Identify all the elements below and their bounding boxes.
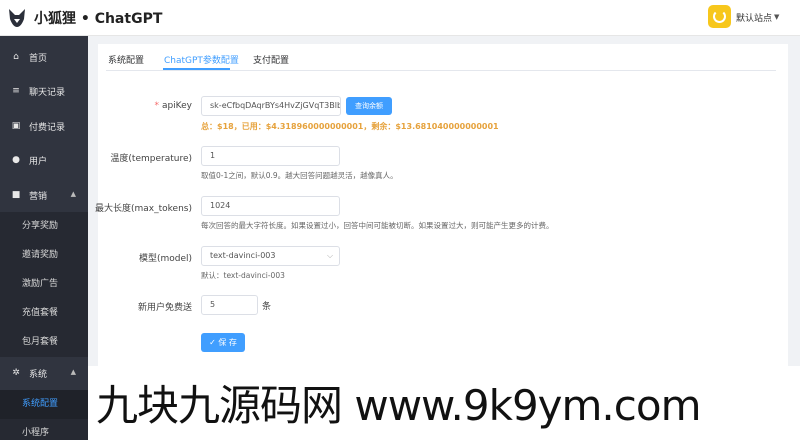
- sidebar-subitem-reward-ads[interactable]: 激励广告: [0, 270, 88, 299]
- sidebar-item-label: 系统: [29, 369, 48, 380]
- sidebar-item-label: 付费记录: [29, 122, 66, 133]
- fox-logo-icon: [9, 9, 25, 27]
- chevron-down-icon[interactable]: ⌵: [327, 251, 333, 261]
- model-select[interactable]: text-davinci-003: [201, 246, 340, 266]
- temperature-hint: 取值0-1之间，默认0.9。越大回答问题越灵活，越像真人。: [201, 171, 398, 180]
- sidebar-item-payment-records[interactable]: ▣ 付费记录: [0, 109, 88, 143]
- watermark-text: 九块九源码网 www.9k9ym.com: [96, 381, 701, 430]
- gear-icon: ✲: [12, 368, 20, 378]
- check-balance-button[interactable]: 查询余额: [346, 97, 392, 115]
- chevron-up-icon: ▲: [70, 368, 76, 376]
- sidebar-subitem-system-config[interactable]: 系统配置: [0, 390, 88, 419]
- max-tokens-input[interactable]: 1024: [201, 196, 340, 216]
- chevron-up-icon: ▲: [70, 190, 76, 198]
- sidebar-item-label: 营销: [29, 191, 48, 202]
- sidebar-item-label: 首页: [29, 53, 48, 64]
- list-icon: ≡: [12, 86, 20, 96]
- bag-icon: ▣: [11, 121, 21, 131]
- tab-payment-config[interactable]: 支付配置: [253, 53, 289, 66]
- sidebar-item-system[interactable]: ✲ 系统 ▲: [0, 356, 88, 390]
- sidebar-subitem-invite-reward[interactable]: 邀请奖励: [0, 241, 88, 270]
- sidebar-item-chat-records[interactable]: ≡ 聊天记录: [0, 74, 88, 108]
- sidebar: ⌂ 首页 ≡ 聊天记录 ▣ 付费记录 ● 用户 ■ 营销 ▲ 分享奖励 邀请奖励…: [0, 36, 88, 440]
- apikey-input[interactable]: sk-eCfbqDAqrBYs4HvZjGVqT3Blb4: [201, 96, 341, 116]
- free-count-unit: 条: [262, 302, 272, 312]
- tab-chatgpt-params[interactable]: ChatGPT参数配置: [164, 53, 239, 66]
- balance-text: 总：$18，已用：$4.318960000000001，剩余：$13.68104…: [201, 122, 499, 131]
- gift-icon: ■: [11, 190, 21, 200]
- user-icon: ●: [12, 155, 20, 165]
- tab-bar: 系统配置 ChatGPT参数配置 支付配置: [98, 44, 788, 71]
- temperature-input[interactable]: 1: [201, 146, 340, 166]
- sidebar-subitem-monthly-plans[interactable]: 包月套餐: [0, 328, 88, 357]
- sidebar-item-label: 聊天记录: [29, 87, 66, 98]
- sidebar-subitem-mini-program[interactable]: 小程序: [0, 419, 88, 440]
- free-count-label: 新用户免费送: [137, 303, 192, 313]
- required-mark: *: [154, 101, 159, 111]
- model-label: 模型(model): [138, 254, 192, 264]
- system-submenu: 系统配置 小程序: [0, 390, 88, 440]
- sidebar-item-label: 用户: [29, 156, 48, 167]
- apikey-label: * apiKey: [154, 101, 192, 111]
- site-name[interactable]: 默认站点: [736, 11, 772, 24]
- max-tokens-label: 最大长度(max_tokens): [95, 204, 192, 214]
- sidebar-item-users[interactable]: ● 用户: [0, 143, 88, 177]
- max-tokens-hint: 每次回答的最大字符长度。如果设置过小，回答中间可能被切断。如果设置过大，则可能产…: [201, 221, 554, 230]
- top-header: 小狐狸 • ChatGPT 默认站点 ▼: [0, 0, 800, 36]
- sidebar-subitem-recharge-plans[interactable]: 充值套餐: [0, 299, 88, 328]
- home-icon: ⌂: [13, 52, 19, 62]
- temperature-label: 温度(temperature): [110, 154, 192, 164]
- marketing-submenu: 分享奖励 邀请奖励 激励广告 充值套餐 包月套餐: [0, 212, 88, 357]
- sidebar-subitem-share-reward[interactable]: 分享奖励: [0, 212, 88, 241]
- model-hint: 默认：text-davinci-003: [201, 271, 285, 280]
- app-title: 小狐狸 • ChatGPT: [34, 11, 163, 27]
- chevron-down-icon[interactable]: ▼: [774, 13, 779, 21]
- tab-divider: [106, 70, 776, 71]
- save-button[interactable]: ✓ 保 存: [201, 333, 245, 352]
- free-count-input[interactable]: 5: [201, 295, 258, 315]
- tab-system-config[interactable]: 系统配置: [108, 53, 144, 66]
- sidebar-item-home[interactable]: ⌂ 首页: [0, 40, 88, 74]
- avatar[interactable]: [708, 5, 731, 28]
- apikey-label-text: apiKey: [161, 101, 192, 111]
- sidebar-item-marketing[interactable]: ■ 营销 ▲: [0, 178, 88, 212]
- smile-icon: [713, 10, 726, 23]
